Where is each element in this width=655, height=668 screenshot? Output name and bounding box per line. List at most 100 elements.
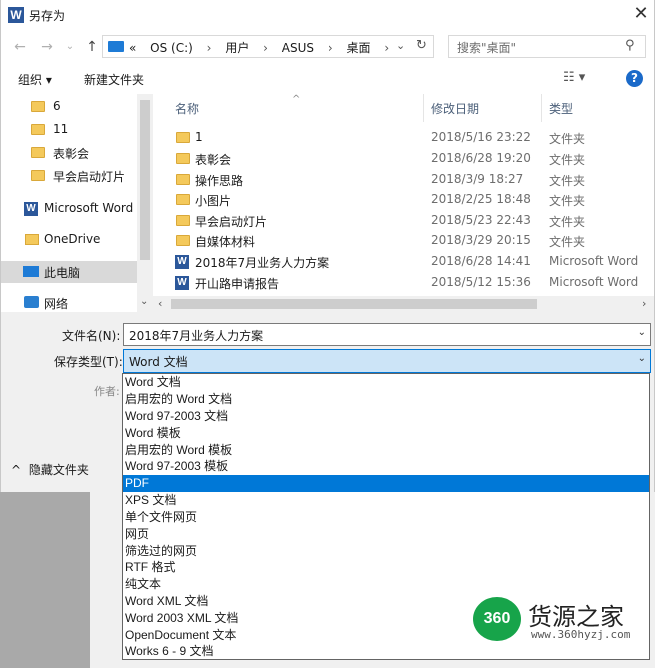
title-bar: W 另存为 ✕ <box>1 0 654 30</box>
organize-button[interactable]: 组织 ▾ <box>18 71 52 88</box>
savetype-option[interactable]: Word 97-2003 文档 <box>123 408 649 425</box>
search-input[interactable]: 搜索"桌面" ⚲ <box>448 35 646 58</box>
nav-item-label: 早会启动灯片 <box>53 170 126 184</box>
navigation-pane: 6 11 表彰会 早会启动灯片 W Microsoft Word OneDriv… <box>1 94 153 312</box>
scroll-down-icon[interactable]: ⌄ <box>140 296 148 307</box>
filename-label: 文件名(N): <box>62 329 121 343</box>
column-divider[interactable] <box>423 94 424 122</box>
breadcrumb-item[interactable]: ASUS <box>282 41 314 55</box>
nav-scrollbar-thumb[interactable] <box>140 100 150 260</box>
breadcrumb-overflow[interactable]: « <box>129 41 136 55</box>
nav-item-label: Microsoft Word <box>44 201 134 215</box>
refresh-icon[interactable]: ↻ <box>416 38 427 53</box>
savetype-select[interactable]: Word 文档 ⌄ <box>123 349 651 373</box>
chevron-right-icon[interactable]: › <box>207 41 212 55</box>
savetype-option[interactable]: 网页 <box>123 526 649 543</box>
chevron-right-icon[interactable]: › <box>328 41 333 55</box>
computer-icon <box>23 266 39 277</box>
hide-folders-label: 隐藏文件夹 <box>28 463 89 477</box>
savetype-option[interactable]: Works 6 - 9 文档 <box>123 643 649 660</box>
folder-icon <box>176 132 190 143</box>
address-bar[interactable]: « OS (C:) › 用户 › ASUS › 桌面 › ⌄ ↻ <box>102 35 434 58</box>
breadcrumb-item[interactable]: 桌面 <box>347 41 371 55</box>
watermark: 360 货源之家 www.360hyzj.com <box>473 597 655 645</box>
nav-item[interactable]: 表彰会 <box>1 142 137 164</box>
file-row[interactable]: W 2018年7月业务人力方案 2018/6/28 14:41 Microsof… <box>153 252 654 272</box>
nav-item-network[interactable]: 网络 <box>1 292 137 312</box>
folder-icon <box>176 235 190 246</box>
savetype-option[interactable]: Word 文档 <box>123 374 649 391</box>
file-row[interactable]: 操作思路 2018/3/9 18:27 文件夹 <box>153 170 654 190</box>
chevron-right-icon[interactable]: › <box>263 41 268 55</box>
column-header-modified[interactable]: 修改日期 <box>431 100 479 117</box>
file-type: 文件夹 <box>549 215 586 229</box>
word-document-icon: W <box>175 255 189 269</box>
chevron-down-icon[interactable]: ⌄ <box>638 327 646 338</box>
file-row[interactable]: 小图片 2018/2/25 18:48 文件夹 <box>153 190 654 210</box>
file-row[interactable]: 表彰会 2018/6/28 19:20 文件夹 <box>153 149 654 169</box>
savetype-option[interactable]: XPS 文档 <box>123 492 649 509</box>
column-divider[interactable] <box>541 94 542 122</box>
folder-icon <box>176 174 190 185</box>
nav-item-this-pc[interactable]: 此电脑 <box>1 261 137 283</box>
file-date: 2018/6/28 14:41 <box>431 254 531 268</box>
folder-icon <box>31 147 45 158</box>
scroll-right-icon[interactable]: › <box>642 297 646 310</box>
page: W 另存为 ✕ ← → ⌄ ↑ « OS (C:) › 用户 › ASUS › … <box>0 0 655 668</box>
nav-item-label: 11 <box>53 122 69 136</box>
help-icon[interactable]: ? <box>626 70 643 87</box>
file-row[interactable]: 1 2018/5/16 23:22 文件夹 <box>153 128 654 148</box>
chevron-down-icon[interactable]: ⌄ <box>396 39 405 52</box>
folder-icon <box>31 124 45 135</box>
dialog-title: 另存为 <box>29 9 66 23</box>
column-header-type[interactable]: 类型 <box>549 100 573 117</box>
chevron-right-icon[interactable]: › <box>384 41 389 55</box>
file-name: 自媒体材料 <box>195 235 256 249</box>
file-row[interactable]: 自媒体材料 2018/3/29 20:15 文件夹 <box>153 231 654 251</box>
savetype-option[interactable]: Word 模板 <box>123 425 649 442</box>
file-list: 名称 ^ 修改日期 类型 1 2018/5/16 23:22 文件夹 表彰会 2… <box>153 94 654 312</box>
file-row[interactable]: W 开山路申请报告 2018/5/12 15:36 Microsoft Word <box>153 273 654 293</box>
file-date: 2018/5/23 22:43 <box>431 213 531 227</box>
filename-field[interactable]: 2018年7月业务人力方案 ⌄ <box>123 323 651 346</box>
savetype-option[interactable]: 启用宏的 Word 模板 <box>123 442 649 459</box>
chevron-down-icon[interactable]: ⌄ <box>638 353 646 364</box>
file-type: 文件夹 <box>549 153 586 167</box>
horizontal-scrollbar-thumb[interactable] <box>171 299 537 309</box>
recent-locations-icon[interactable]: ⌄ <box>61 38 79 56</box>
savetype-option[interactable]: 启用宏的 Word 文档 <box>123 391 649 408</box>
savetype-option[interactable]: 单个文件网页 <box>123 509 649 526</box>
scroll-left-icon[interactable]: ‹ <box>158 297 162 310</box>
word-icon: W <box>24 202 38 216</box>
word-app-icon: W <box>8 7 24 23</box>
nav-item-microsoft-word[interactable]: W Microsoft Word <box>1 198 137 220</box>
new-folder-button[interactable]: 新建文件夹 <box>84 71 144 88</box>
breadcrumb: « OS (C:) › 用户 › ASUS › 桌面 › <box>129 39 399 56</box>
file-name: 早会启动灯片 <box>195 215 268 229</box>
word-document-icon: W <box>175 276 189 290</box>
breadcrumb-item[interactable]: OS (C:) <box>150 41 193 55</box>
savetype-option[interactable]: RTF 格式 <box>123 559 649 576</box>
forward-arrow-icon[interactable]: → <box>38 38 56 56</box>
savetype-option[interactable]: 筛选过的网页 <box>123 543 649 560</box>
search-icon[interactable]: ⚲ <box>625 38 635 53</box>
breadcrumb-item[interactable]: 用户 <box>225 41 249 55</box>
nav-item-onedrive[interactable]: OneDrive <box>1 229 137 251</box>
savetype-option[interactable]: Word 97-2003 模板 <box>123 458 649 475</box>
watermark-url: www.360hyzj.com <box>531 628 631 641</box>
nav-item[interactable]: 6 <box>1 96 137 118</box>
up-arrow-icon[interactable]: ↑ <box>83 38 101 56</box>
file-row[interactable]: 早会启动灯片 2018/5/23 22:43 文件夹 <box>153 211 654 231</box>
file-type: 文件夹 <box>549 132 586 146</box>
address-row: ← → ⌄ ↑ « OS (C:) › 用户 › ASUS › 桌面 › ⌄ ↻ <box>1 30 654 64</box>
back-arrow-icon[interactable]: ← <box>11 38 29 56</box>
column-header-name[interactable]: 名称 <box>175 100 199 117</box>
savetype-option[interactable]: 纯文本 <box>123 576 649 593</box>
nav-item[interactable]: 早会启动灯片 <box>1 165 137 187</box>
hide-folders-button[interactable]: ^ 隐藏文件夹 <box>11 461 89 478</box>
file-date: 2018/5/16 23:22 <box>431 130 531 144</box>
view-options-icon[interactable]: ☷ ▾ <box>563 70 585 85</box>
savetype-option-selected[interactable]: PDF <box>123 475 649 492</box>
nav-item[interactable]: 11 <box>1 119 137 141</box>
close-icon[interactable]: ✕ <box>631 4 651 24</box>
